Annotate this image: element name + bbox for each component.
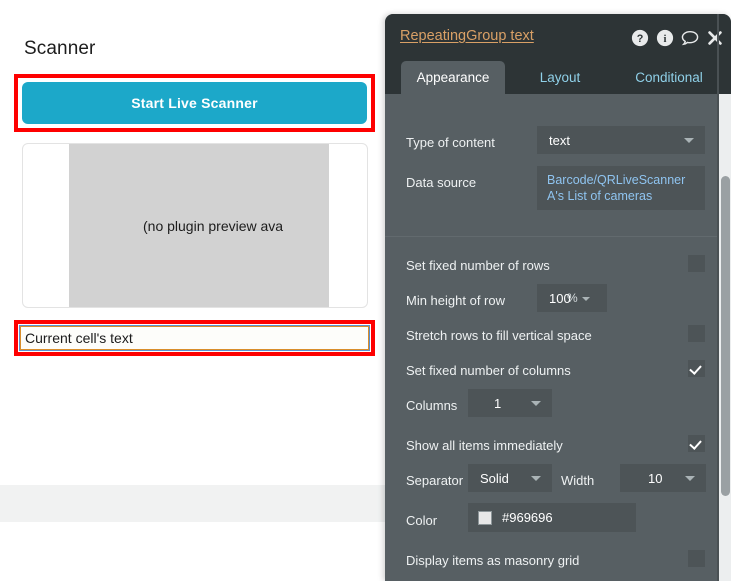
chevron-down-icon: [531, 476, 541, 481]
color-swatch: [478, 510, 492, 525]
columns-value: 1: [494, 395, 502, 411]
tab-conditional[interactable]: Conditional: [617, 61, 721, 94]
start-live-scanner-button[interactable]: Start Live Scanner: [22, 82, 367, 124]
data-source-label: Data source: [406, 175, 477, 190]
chevron-down-icon: [581, 296, 590, 301]
min-height-label: Min height of row: [406, 293, 505, 308]
section-divider: [385, 236, 731, 237]
separator-width-label: Width: [561, 473, 595, 488]
panel-title-link[interactable]: RepeatingGroup text: [400, 28, 534, 44]
min-height-value: 100: [549, 290, 571, 306]
property-editor-panel: RepeatingGroup text ? i Appearance Layou…: [385, 14, 731, 581]
chevron-down-icon: [684, 138, 694, 143]
panel-header: RepeatingGroup text ? i: [385, 14, 731, 61]
chevron-down-icon: [531, 401, 541, 406]
stretch-rows-checkbox[interactable]: [688, 325, 705, 342]
set-fixed-rows-label: Set fixed number of rows: [406, 258, 550, 273]
separator-width-dropdown[interactable]: 10: [620, 464, 706, 492]
min-height-unit-dropdown[interactable]: %: [567, 291, 590, 305]
masonry-grid-checkbox[interactable]: [688, 550, 705, 567]
tab-appearance[interactable]: Appearance: [401, 61, 505, 94]
show-all-items-label: Show all items immediately: [406, 438, 563, 453]
svg-text:i: i: [664, 33, 667, 45]
type-of-content-label: Type of content: [406, 135, 495, 150]
panel-tabs: Appearance Layout Conditional: [385, 61, 731, 94]
tab-layout[interactable]: Layout: [519, 61, 601, 94]
screenshot-root: Scanner Start Live Scanner (no plugin pr…: [0, 0, 731, 581]
separator-width-value: 10: [648, 470, 663, 486]
set-fixed-rows-checkbox[interactable]: [688, 255, 705, 272]
type-of-content-value: text: [549, 132, 570, 148]
separator-label: Separator: [406, 473, 464, 488]
current-cell-text-element[interactable]: Current cell's text: [19, 325, 370, 351]
separator-style-value: Solid: [480, 470, 509, 486]
min-height-unit-value: %: [567, 291, 578, 305]
current-cell-text-label: Current cell's text: [25, 330, 133, 346]
stretch-rows-label: Stretch rows to fill vertical space: [406, 328, 592, 343]
plugin-preview-text: (no plugin preview ava: [143, 218, 284, 234]
svg-text:?: ?: [637, 33, 644, 45]
separator-style-dropdown[interactable]: Solid: [468, 464, 552, 492]
info-icon[interactable]: i: [656, 29, 674, 47]
color-label: Color: [406, 513, 438, 528]
separator-color-picker[interactable]: #969696: [468, 503, 636, 532]
panel-scrollbar-track[interactable]: [719, 94, 731, 581]
set-fixed-columns-label: Set fixed number of columns: [406, 363, 571, 378]
panel-scrollbar-thumb[interactable]: [721, 176, 730, 496]
color-hex-value: #969696: [502, 509, 553, 525]
show-all-items-checkbox[interactable]: [688, 435, 705, 452]
canvas-footer-band: [0, 485, 400, 522]
columns-label: Columns: [406, 398, 458, 413]
app-canvas: Scanner Start Live Scanner (no plugin pr…: [0, 0, 400, 581]
type-of-content-dropdown[interactable]: text: [537, 126, 705, 154]
chevron-down-icon: [685, 476, 695, 481]
data-source-expression[interactable]: Barcode/QRLiveScanner A's List of camera…: [537, 166, 705, 210]
close-icon[interactable]: [706, 29, 724, 47]
panel-body: Type of content text Data source Barcode…: [385, 94, 731, 581]
page-title: Scanner: [24, 38, 96, 59]
comment-icon[interactable]: [681, 29, 699, 47]
plugin-preview-card: (no plugin preview ava: [22, 143, 368, 308]
columns-dropdown[interactable]: 1: [468, 389, 552, 417]
help-icon[interactable]: ?: [631, 29, 649, 47]
set-fixed-columns-checkbox[interactable]: [688, 360, 705, 377]
masonry-grid-label: Display items as masonry grid: [406, 553, 580, 568]
